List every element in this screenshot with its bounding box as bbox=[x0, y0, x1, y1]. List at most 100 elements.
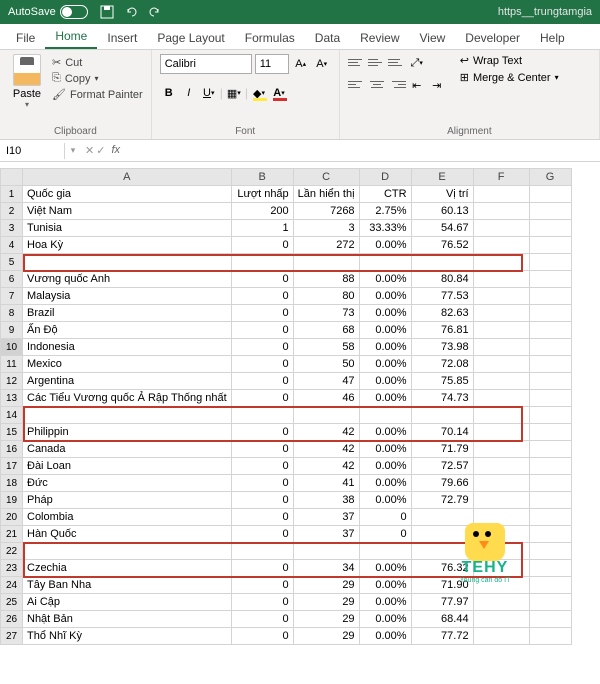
cell[interactable]: 0.00% bbox=[359, 441, 411, 458]
cell[interactable]: 71.90 bbox=[411, 577, 473, 594]
font-size-select[interactable] bbox=[255, 54, 289, 74]
cell[interactable] bbox=[23, 543, 232, 560]
row-header[interactable]: 24 bbox=[1, 577, 23, 594]
name-box[interactable] bbox=[0, 143, 65, 159]
cell[interactable]: 0 bbox=[231, 390, 293, 407]
cell[interactable] bbox=[359, 254, 411, 271]
cell[interactable]: 0 bbox=[231, 305, 293, 322]
cell[interactable] bbox=[473, 509, 529, 526]
cell[interactable] bbox=[231, 543, 293, 560]
cell[interactable]: Philippin bbox=[23, 424, 232, 441]
cell[interactable]: 0 bbox=[231, 577, 293, 594]
tab-file[interactable]: File bbox=[6, 26, 45, 49]
formula-bar[interactable] bbox=[124, 143, 600, 159]
cell[interactable] bbox=[529, 560, 571, 577]
cell[interactable]: 60.13 bbox=[411, 203, 473, 220]
cell[interactable]: 0 bbox=[231, 288, 293, 305]
format-painter-button[interactable]: 🖌Format Painter bbox=[52, 88, 143, 101]
cell[interactable]: Brazil bbox=[23, 305, 232, 322]
tab-data[interactable]: Data bbox=[305, 26, 350, 49]
align-bottom-button[interactable] bbox=[388, 54, 406, 70]
cell[interactable] bbox=[473, 475, 529, 492]
cell[interactable]: 47 bbox=[293, 373, 359, 390]
cell[interactable]: 0.00% bbox=[359, 560, 411, 577]
align-top-button[interactable] bbox=[348, 54, 366, 70]
paste-button[interactable]: Paste bbox=[13, 88, 41, 100]
cell[interactable]: 79.66 bbox=[411, 475, 473, 492]
cell[interactable] bbox=[473, 373, 529, 390]
cell[interactable] bbox=[23, 407, 232, 424]
cell[interactable]: 72.79 bbox=[411, 492, 473, 509]
cell[interactable]: 0 bbox=[231, 339, 293, 356]
toggle-off-icon[interactable] bbox=[60, 5, 88, 19]
chevron-down-icon[interactable]: ▾ bbox=[95, 74, 99, 83]
row-header[interactable]: 4 bbox=[1, 237, 23, 254]
fill-color-button[interactable]: ◆▾ bbox=[250, 84, 268, 102]
cell[interactable]: 80.84 bbox=[411, 271, 473, 288]
row-header[interactable]: 12 bbox=[1, 373, 23, 390]
wrap-text-button[interactable]: ↩Wrap Text bbox=[460, 54, 559, 67]
cell[interactable]: Vị trí bbox=[411, 186, 473, 203]
cell[interactable] bbox=[411, 407, 473, 424]
cell[interactable]: 42 bbox=[293, 441, 359, 458]
cell[interactable]: 82.63 bbox=[411, 305, 473, 322]
cell[interactable]: 71.79 bbox=[411, 441, 473, 458]
cell[interactable]: 0 bbox=[359, 509, 411, 526]
cell[interactable]: 33.33% bbox=[359, 220, 411, 237]
cell[interactable] bbox=[473, 424, 529, 441]
cell[interactable]: 0.00% bbox=[359, 271, 411, 288]
cell[interactable]: 50 bbox=[293, 356, 359, 373]
cell[interactable]: 0 bbox=[231, 628, 293, 645]
cell[interactable]: 73 bbox=[293, 305, 359, 322]
cell[interactable]: 0.00% bbox=[359, 339, 411, 356]
cell[interactable]: Argentina bbox=[23, 373, 232, 390]
autosave-toggle[interactable]: AutoSave bbox=[8, 5, 88, 19]
cell[interactable] bbox=[473, 407, 529, 424]
row-header[interactable]: 7 bbox=[1, 288, 23, 305]
cell[interactable]: 0 bbox=[231, 509, 293, 526]
italic-button[interactable]: I bbox=[180, 84, 198, 102]
border-button[interactable]: ▦▾ bbox=[225, 84, 243, 102]
row-header[interactable]: 23 bbox=[1, 560, 23, 577]
cell[interactable] bbox=[529, 220, 571, 237]
row-header[interactable]: 17 bbox=[1, 458, 23, 475]
cell[interactable]: 76.32 bbox=[411, 560, 473, 577]
cell[interactable]: 72.57 bbox=[411, 458, 473, 475]
fx-icon[interactable]: fx bbox=[111, 144, 120, 157]
cell[interactable]: 0.00% bbox=[359, 288, 411, 305]
cell[interactable] bbox=[473, 237, 529, 254]
row-header[interactable]: 11 bbox=[1, 356, 23, 373]
cell[interactable] bbox=[359, 543, 411, 560]
row-header[interactable]: 22 bbox=[1, 543, 23, 560]
row-header[interactable]: 2 bbox=[1, 203, 23, 220]
cell[interactable] bbox=[473, 594, 529, 611]
tab-developer[interactable]: Developer bbox=[455, 26, 530, 49]
row-header[interactable]: 27 bbox=[1, 628, 23, 645]
cell[interactable] bbox=[473, 441, 529, 458]
cell[interactable] bbox=[529, 203, 571, 220]
cell[interactable]: Ai Cập bbox=[23, 594, 232, 611]
cell[interactable] bbox=[529, 373, 571, 390]
cell[interactable] bbox=[473, 628, 529, 645]
cell[interactable]: 72.08 bbox=[411, 356, 473, 373]
cell[interactable] bbox=[231, 407, 293, 424]
cell[interactable]: Vương quốc Anh bbox=[23, 271, 232, 288]
cell[interactable] bbox=[529, 543, 571, 560]
decrease-font-button[interactable]: A▾ bbox=[313, 55, 331, 73]
cell[interactable]: Lần hiển thị bbox=[293, 186, 359, 203]
cell[interactable]: 68.44 bbox=[411, 611, 473, 628]
cell[interactable]: 0.00% bbox=[359, 237, 411, 254]
cut-button[interactable]: ✂Cut bbox=[52, 56, 143, 69]
cell[interactable]: 76.81 bbox=[411, 322, 473, 339]
cell[interactable]: Pháp bbox=[23, 492, 232, 509]
row-header[interactable]: 6 bbox=[1, 271, 23, 288]
cell[interactable]: Hàn Quốc bbox=[23, 526, 232, 543]
cell[interactable]: 42 bbox=[293, 458, 359, 475]
align-left-button[interactable] bbox=[348, 76, 366, 92]
cell[interactable]: 0.00% bbox=[359, 458, 411, 475]
column-header-C[interactable]: C bbox=[293, 169, 359, 186]
cell[interactable]: 2.75% bbox=[359, 203, 411, 220]
cell[interactable] bbox=[293, 407, 359, 424]
cell[interactable]: 0 bbox=[231, 237, 293, 254]
row-header[interactable]: 10 bbox=[1, 339, 23, 356]
